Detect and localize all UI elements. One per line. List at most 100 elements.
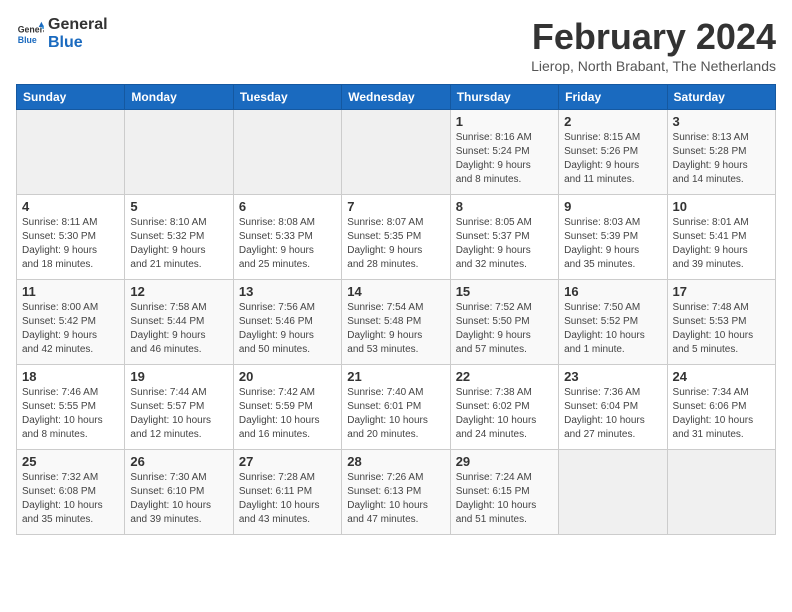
- calendar-cell: 2 Sunrise: 8:15 AM Sunset: 5:26 PM Daylig…: [559, 110, 667, 195]
- day-info: Sunrise: 7:46 AM Sunset: 5:55 PM Dayligh…: [22, 386, 119, 442]
- calendar-week-4: 18 Sunrise: 7:46 AM Sunset: 5:55 PM Dayli…: [17, 365, 776, 450]
- day-number: 15: [456, 284, 553, 299]
- day-info: Sunrise: 7:52 AM Sunset: 5:50 PM Dayligh…: [456, 301, 553, 357]
- calendar-cell: [17, 110, 125, 195]
- calendar-header: SundayMondayTuesdayWednesdayThursdayFrid…: [17, 85, 776, 110]
- calendar-cell: 29Sunrise: 7:24 AM Sunset: 6:15 PM Dayli…: [450, 450, 558, 535]
- day-info: Sunrise: 7:26 AM Sunset: 6:13 PM Dayligh…: [347, 471, 444, 527]
- calendar-table: SundayMondayTuesdayWednesdayThursdayFrid…: [16, 84, 776, 535]
- day-number: 12: [130, 284, 227, 299]
- calendar-cell: 24 Sunrise: 7:34 AM Sunset: 6:06 PM Dayli…: [667, 365, 775, 450]
- day-number: 20: [239, 369, 336, 384]
- location: Lierop, North Brabant, The Netherlands: [531, 58, 776, 74]
- day-number: 6: [239, 199, 336, 214]
- day-info: Sunrise: 7:42 AM Sunset: 5:59 PM Dayligh…: [239, 386, 336, 442]
- day-info: Sunrise: 8:13 AM Sunset: 5:28 PM Dayligh…: [673, 131, 770, 187]
- day-number: 10: [673, 199, 770, 214]
- weekday-header-sunday: Sunday: [17, 85, 125, 110]
- day-number: 29: [456, 454, 553, 469]
- day-number: 23: [564, 369, 661, 384]
- day-info: Sunrise: 7:58 AM Sunset: 5:44 PM Dayligh…: [130, 301, 227, 357]
- calendar-cell: 4 Sunrise: 8:11 AM Sunset: 5:30 PM Daylig…: [17, 195, 125, 280]
- day-info: Sunrise: 7:50 AM Sunset: 5:52 PM Dayligh…: [564, 301, 661, 357]
- calendar-cell: 22 Sunrise: 7:38 AM Sunset: 6:02 PM Dayli…: [450, 365, 558, 450]
- calendar-cell: [342, 110, 450, 195]
- day-info: Sunrise: 8:16 AM Sunset: 5:24 PM Dayligh…: [456, 131, 553, 187]
- day-info: Sunrise: 7:48 AM Sunset: 5:53 PM Dayligh…: [673, 301, 770, 357]
- calendar-cell: 7Sunrise: 8:07 AM Sunset: 5:35 PM Daylig…: [342, 195, 450, 280]
- logo-icon: General Blue: [16, 20, 44, 48]
- day-info: Sunrise: 7:38 AM Sunset: 6:02 PM Dayligh…: [456, 386, 553, 442]
- weekday-header-monday: Monday: [125, 85, 233, 110]
- weekday-header-thursday: Thursday: [450, 85, 558, 110]
- day-number: 4: [22, 199, 119, 214]
- calendar-cell: 6Sunrise: 8:08 AM Sunset: 5:33 PM Daylig…: [233, 195, 341, 280]
- month-year: February 2024: [531, 16, 776, 58]
- day-info: Sunrise: 7:44 AM Sunset: 5:57 PM Dayligh…: [130, 386, 227, 442]
- day-number: 22: [456, 369, 553, 384]
- day-number: 17: [673, 284, 770, 299]
- logo-line1: General: [48, 16, 108, 34]
- calendar-body: 1 Sunrise: 8:16 AM Sunset: 5:24 PM Daylig…: [17, 110, 776, 535]
- svg-text:Blue: Blue: [18, 34, 37, 44]
- day-info: Sunrise: 8:10 AM Sunset: 5:32 PM Dayligh…: [130, 216, 227, 272]
- calendar-cell: 16Sunrise: 7:50 AM Sunset: 5:52 PM Dayli…: [559, 280, 667, 365]
- weekday-header-wednesday: Wednesday: [342, 85, 450, 110]
- day-info: Sunrise: 7:30 AM Sunset: 6:10 PM Dayligh…: [130, 471, 227, 527]
- day-info: Sunrise: 7:56 AM Sunset: 5:46 PM Dayligh…: [239, 301, 336, 357]
- calendar-cell: 14 Sunrise: 7:54 AM Sunset: 5:48 PM Dayli…: [342, 280, 450, 365]
- calendar-cell: [233, 110, 341, 195]
- weekday-header-tuesday: Tuesday: [233, 85, 341, 110]
- weekday-row: SundayMondayTuesdayWednesdayThursdayFrid…: [17, 85, 776, 110]
- calendar-cell: 8 Sunrise: 8:05 AM Sunset: 5:37 PM Daylig…: [450, 195, 558, 280]
- calendar-cell: 17 Sunrise: 7:48 AM Sunset: 5:53 PM Dayli…: [667, 280, 775, 365]
- day-number: 13: [239, 284, 336, 299]
- calendar-week-2: 4 Sunrise: 8:11 AM Sunset: 5:30 PM Daylig…: [17, 195, 776, 280]
- calendar-cell: 26 Sunrise: 7:30 AM Sunset: 6:10 PM Dayli…: [125, 450, 233, 535]
- day-number: 8: [456, 199, 553, 214]
- calendar-cell: [559, 450, 667, 535]
- day-info: Sunrise: 8:05 AM Sunset: 5:37 PM Dayligh…: [456, 216, 553, 272]
- logo: General Blue General Blue: [16, 16, 108, 51]
- day-number: 18: [22, 369, 119, 384]
- weekday-header-saturday: Saturday: [667, 85, 775, 110]
- day-info: Sunrise: 8:07 AM Sunset: 5:35 PM Dayligh…: [347, 216, 444, 272]
- calendar-cell: 27 Sunrise: 7:28 AM Sunset: 6:11 PM Dayli…: [233, 450, 341, 535]
- day-number: 26: [130, 454, 227, 469]
- day-info: Sunrise: 7:28 AM Sunset: 6:11 PM Dayligh…: [239, 471, 336, 527]
- calendar-cell: 3Sunrise: 8:13 AM Sunset: 5:28 PM Daylig…: [667, 110, 775, 195]
- day-number: 11: [22, 284, 119, 299]
- calendar-cell: 15 Sunrise: 7:52 AM Sunset: 5:50 PM Dayli…: [450, 280, 558, 365]
- calendar-cell: 28 Sunrise: 7:26 AM Sunset: 6:13 PM Dayli…: [342, 450, 450, 535]
- calendar-cell: 13 Sunrise: 7:56 AM Sunset: 5:46 PM Dayli…: [233, 280, 341, 365]
- calendar-week-1: 1 Sunrise: 8:16 AM Sunset: 5:24 PM Daylig…: [17, 110, 776, 195]
- day-number: 5: [130, 199, 227, 214]
- day-info: Sunrise: 7:34 AM Sunset: 6:06 PM Dayligh…: [673, 386, 770, 442]
- day-info: Sunrise: 8:15 AM Sunset: 5:26 PM Dayligh…: [564, 131, 661, 187]
- day-number: 14: [347, 284, 444, 299]
- calendar-cell: 20 Sunrise: 7:42 AM Sunset: 5:59 PM Dayli…: [233, 365, 341, 450]
- day-number: 2: [564, 114, 661, 129]
- calendar-cell: 11Sunrise: 8:00 AM Sunset: 5:42 PM Dayli…: [17, 280, 125, 365]
- day-number: 24: [673, 369, 770, 384]
- page-header: General Blue General Blue February 2024 …: [16, 16, 776, 74]
- day-info: Sunrise: 8:01 AM Sunset: 5:41 PM Dayligh…: [673, 216, 770, 272]
- day-number: 25: [22, 454, 119, 469]
- day-number: 27: [239, 454, 336, 469]
- day-info: Sunrise: 7:36 AM Sunset: 6:04 PM Dayligh…: [564, 386, 661, 442]
- day-info: Sunrise: 7:54 AM Sunset: 5:48 PM Dayligh…: [347, 301, 444, 357]
- day-number: 1: [456, 114, 553, 129]
- logo-line2: Blue: [48, 34, 108, 52]
- calendar-cell: 12 Sunrise: 7:58 AM Sunset: 5:44 PM Dayli…: [125, 280, 233, 365]
- day-number: 28: [347, 454, 444, 469]
- calendar-cell: [125, 110, 233, 195]
- day-info: Sunrise: 8:11 AM Sunset: 5:30 PM Dayligh…: [22, 216, 119, 272]
- day-info: Sunrise: 7:32 AM Sunset: 6:08 PM Dayligh…: [22, 471, 119, 527]
- calendar-cell: 5 Sunrise: 8:10 AM Sunset: 5:32 PM Daylig…: [125, 195, 233, 280]
- calendar-cell: 19Sunrise: 7:44 AM Sunset: 5:57 PM Dayli…: [125, 365, 233, 450]
- calendar-cell: 21Sunrise: 7:40 AM Sunset: 6:01 PM Dayli…: [342, 365, 450, 450]
- day-info: Sunrise: 7:40 AM Sunset: 6:01 PM Dayligh…: [347, 386, 444, 442]
- calendar-week-5: 25 Sunrise: 7:32 AM Sunset: 6:08 PM Dayli…: [17, 450, 776, 535]
- calendar-cell: 1 Sunrise: 8:16 AM Sunset: 5:24 PM Daylig…: [450, 110, 558, 195]
- calendar-cell: 10 Sunrise: 8:01 AM Sunset: 5:41 PM Dayli…: [667, 195, 775, 280]
